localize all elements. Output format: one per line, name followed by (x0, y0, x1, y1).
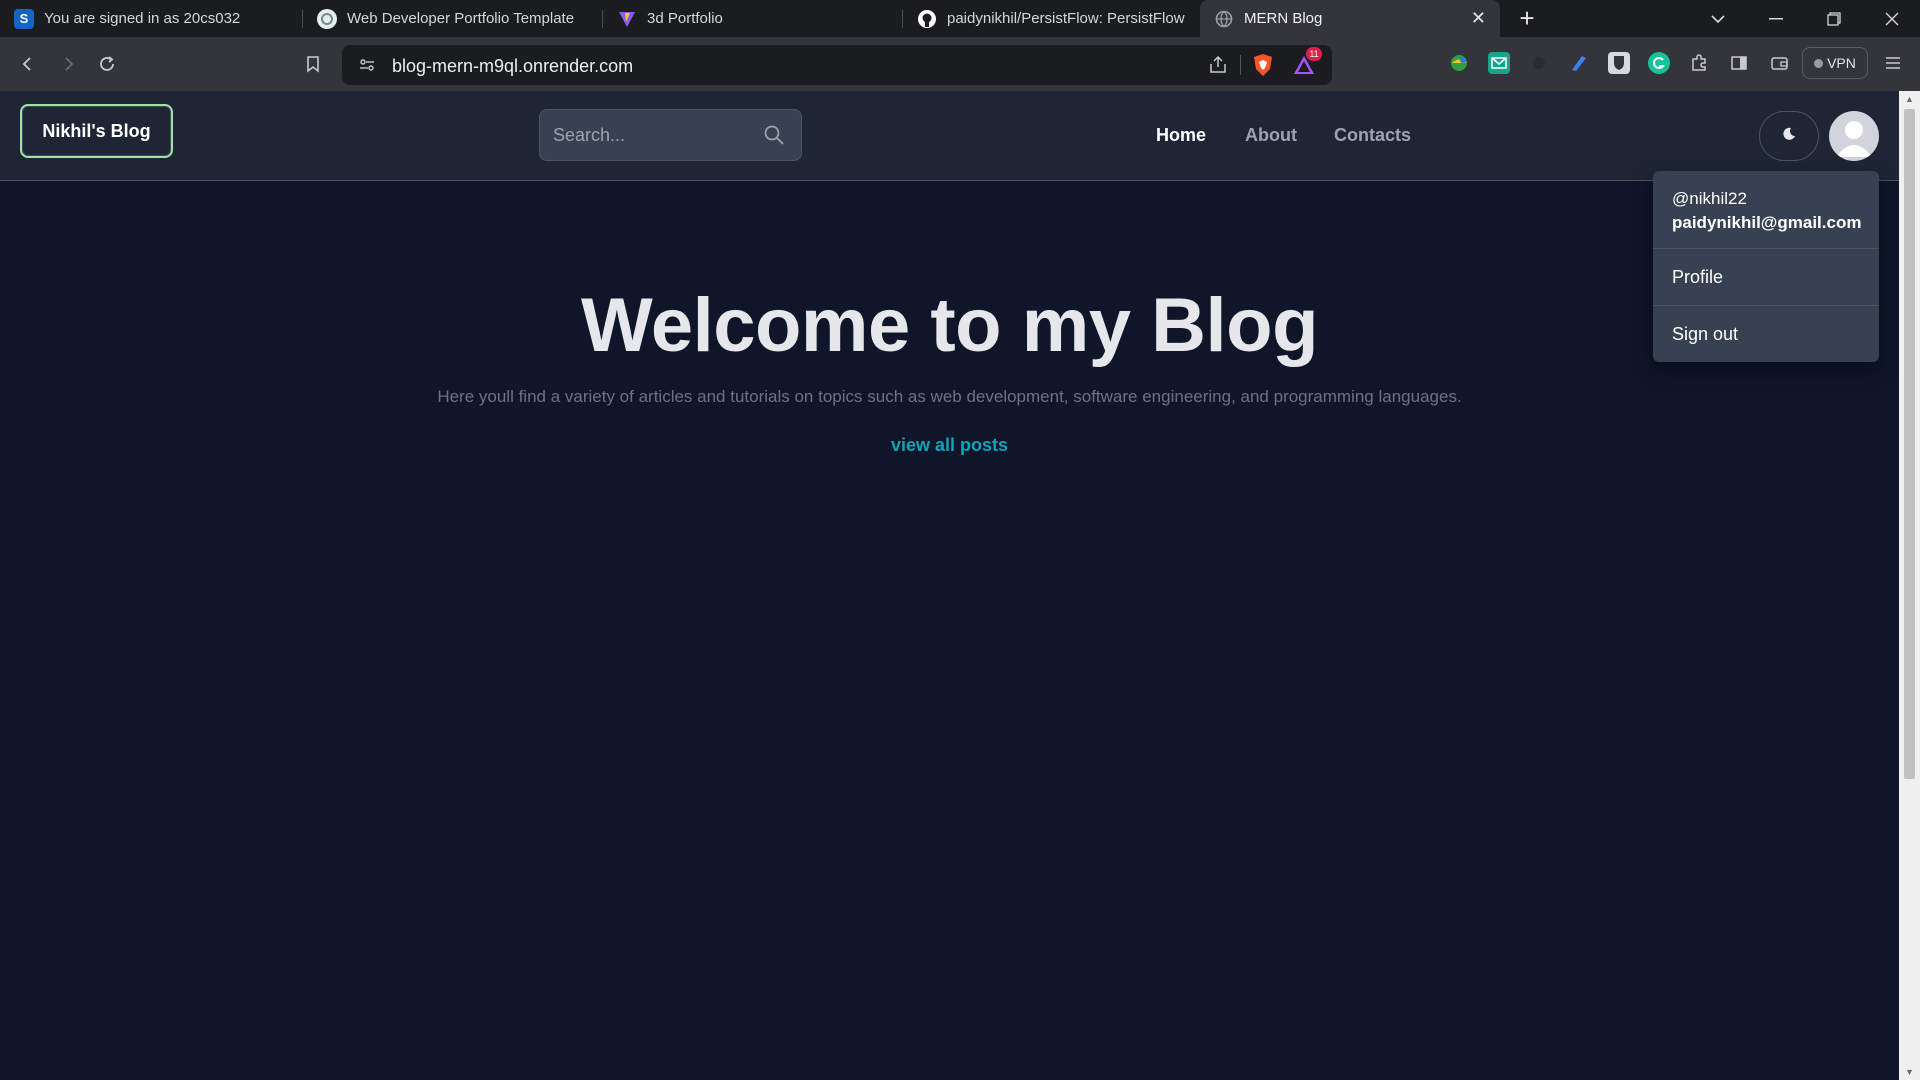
site-settings-icon[interactable] (358, 56, 376, 79)
tab-github-persistflow[interactable]: paidynikhil/PersistFlow: PersistFlow is … (903, 0, 1200, 37)
vpn-button[interactable]: VPN (1802, 47, 1868, 79)
scroll-down-icon[interactable]: ▼ (1899, 1064, 1920, 1080)
moon-icon (1782, 127, 1796, 146)
user-info: @nikhil22 paidynikhil@gmail.com (1653, 171, 1879, 249)
site-header: Nikhil's Blog Home About Contacts (0, 91, 1899, 181)
restore-icon[interactable] (1806, 0, 1862, 37)
scrollbar-thumb[interactable] (1904, 109, 1915, 779)
vite-icon (617, 9, 637, 29)
extension-dark-icon[interactable] (1528, 52, 1550, 74)
address-bar[interactable]: blog-mern-m9ql.onrender.com 11 (342, 45, 1332, 85)
nav-contacts[interactable]: Contacts (1334, 125, 1411, 146)
search-box (539, 109, 802, 161)
nav-home[interactable]: Home (1156, 125, 1206, 146)
s-icon: S (14, 8, 34, 29)
close-window-icon[interactable] (1864, 0, 1920, 37)
site-logo[interactable]: Nikhil's Blog (20, 104, 173, 158)
minimize-icon[interactable] (1748, 0, 1804, 37)
hero-subtitle: Here youll find a variety of articles an… (437, 387, 1462, 406)
browser-tab-strip: S You are signed in as 20cs032 Web Devel… (0, 0, 1920, 37)
tab-title: 3d Portfolio (647, 10, 723, 27)
menu-icon[interactable] (1882, 52, 1904, 74)
new-tab-button[interactable]: + (1512, 4, 1542, 34)
bitwarden-shield-icon[interactable] (1608, 52, 1630, 74)
user-email: paidynikhil@gmail.com (1672, 213, 1862, 232)
url-divider (1240, 55, 1241, 75)
theme-toggle-button[interactable] (1759, 111, 1819, 161)
sidebar-icon[interactable] (1728, 52, 1750, 74)
user-avatar[interactable] (1829, 111, 1879, 161)
chatgpt-icon (317, 8, 337, 29)
extension-pen-icon[interactable] (1568, 52, 1590, 74)
view-all-posts-link: view all posts (0, 435, 1899, 456)
extension-globe-icon[interactable] (1448, 52, 1470, 74)
tab-title: You are signed in as 20cs032 (44, 10, 241, 27)
scroll-up-icon[interactable]: ▲ (1899, 91, 1920, 107)
brave-shields-icon[interactable] (1252, 53, 1274, 82)
url-text[interactable]: blog-mern-m9ql.onrender.com (392, 56, 633, 77)
github-icon (917, 9, 937, 29)
tab-portfolio-template[interactable]: Web Developer Portfolio Template (303, 0, 603, 37)
close-tab-icon[interactable]: ✕ (1461, 8, 1486, 29)
tab-search-chevron-icon[interactable] (1690, 0, 1746, 37)
hero-title: Welcome to my Blog (580, 283, 1319, 368)
globe-icon (1214, 9, 1234, 29)
tab-title: Web Developer Portfolio Template (347, 10, 575, 27)
forward-icon[interactable] (54, 50, 82, 78)
tab-mern-blog[interactable]: MERN Blog ✕ (1200, 0, 1500, 37)
tab-title: paidynikhil/PersistFlow: PersistFlow is … (947, 10, 1186, 27)
extension-mail-icon[interactable] (1488, 52, 1510, 74)
extensions-puzzle-icon[interactable] (1688, 52, 1710, 74)
tab-signed-in[interactable]: S You are signed in as 20cs032 (0, 0, 303, 37)
search-input[interactable] (540, 110, 750, 160)
back-icon[interactable] (14, 50, 42, 78)
reload-icon[interactable] (93, 50, 121, 78)
view-all-posts-link-text[interactable]: view all posts (891, 435, 1008, 455)
wallet-icon[interactable] (1768, 52, 1790, 74)
bookmark-icon[interactable] (299, 50, 327, 78)
rewards-badge: 11 (1306, 47, 1322, 61)
tab-title: MERN Blog (1244, 10, 1323, 27)
tab-3d-portfolio[interactable]: 3d Portfolio (603, 0, 903, 37)
vpn-label: VPN (1827, 55, 1856, 71)
page-content: Nikhil's Blog Home About Contacts @nikhi… (0, 91, 1899, 1080)
page-scrollbar[interactable]: ▲ ▼ (1899, 91, 1920, 1080)
browser-toolbar: blog-mern-m9ql.onrender.com 11 VPN (0, 37, 1920, 91)
vpn-status-icon (1814, 58, 1824, 68)
nav-about[interactable]: About (1245, 125, 1297, 146)
search-icon[interactable] (763, 124, 785, 146)
grammarly-icon[interactable] (1648, 52, 1670, 74)
share-icon[interactable] (1208, 55, 1228, 80)
username: @nikhil22 (1672, 189, 1747, 208)
